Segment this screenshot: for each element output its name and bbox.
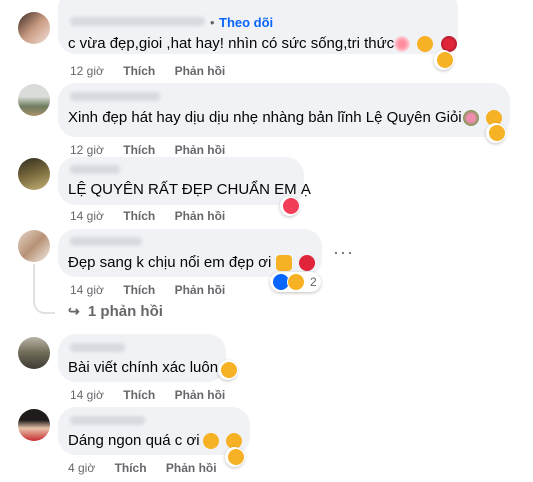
love-icon	[282, 197, 300, 215]
reaction-badge[interactable]	[434, 50, 454, 70]
comment-text: Xinh đẹp hát hay dịu dịu nhẹ nhàng bản l…	[68, 109, 462, 126]
comment-text: c vừa đẹp,gioi ,hat hay! nhìn có sức sốn…	[68, 35, 395, 52]
timestamp[interactable]: 14 giờ	[70, 282, 104, 298]
reply-button[interactable]: Phản hồi	[166, 460, 217, 476]
reaction-badge[interactable]	[280, 196, 300, 216]
reaction-badge[interactable]	[218, 360, 238, 380]
replies-count-label: 1 phản hồi	[87, 303, 163, 320]
timestamp[interactable]: 14 giờ	[70, 387, 104, 403]
commenter-name[interactable]	[70, 237, 142, 246]
care-icon	[287, 273, 305, 291]
comment-text: LỆ QUYÊN RẤT ĐẸP CHUẨN EM Ạ	[68, 181, 311, 198]
flower-emoji	[394, 36, 410, 52]
comment-meta: 4 giờ Thích Phản hồi	[68, 460, 233, 476]
comment-meta: 14 giờ Thích Phản hồi	[70, 282, 241, 298]
heart-emoji	[299, 255, 316, 271]
timestamp[interactable]: 12 giờ	[70, 142, 104, 158]
avatar[interactable]	[18, 158, 50, 190]
reply-arrow-icon: ↪	[68, 303, 80, 319]
timestamp[interactable]: 4 giờ	[68, 460, 95, 476]
care-icon	[220, 361, 238, 379]
reply-button[interactable]: Phản hồi	[175, 63, 226, 79]
reaction-badge[interactable]: 2	[270, 272, 321, 292]
more-options-icon[interactable]: ···	[333, 242, 354, 263]
reply-button[interactable]: Phản hồi	[175, 282, 226, 298]
commenter-name[interactable]	[70, 17, 205, 26]
comment-meta: 14 giờ Thích Phản hồi	[70, 208, 241, 224]
reaction-count: 2	[310, 275, 317, 289]
bouquet-emoji	[463, 110, 479, 126]
thumbs-up-emoji	[276, 255, 292, 271]
like-button[interactable]: Thích	[123, 63, 155, 79]
reply-button[interactable]: Phản hồi	[175, 208, 226, 224]
avatar[interactable]	[18, 84, 50, 116]
avatar[interactable]	[18, 409, 50, 441]
like-button[interactable]: Thích	[123, 208, 155, 224]
follow-label: Theo dõi	[219, 15, 274, 30]
commenter-name[interactable]	[70, 92, 160, 101]
commenter-name[interactable]	[70, 343, 125, 352]
like-button[interactable]: Thích	[123, 387, 155, 403]
like-button[interactable]: Thích	[123, 142, 155, 158]
timestamp[interactable]: 12 giờ	[70, 63, 104, 79]
reply-button[interactable]: Phản hồi	[175, 142, 226, 158]
avatar[interactable]	[18, 230, 50, 262]
comment-text: Dáng ngon quá c ơi	[68, 432, 200, 449]
comment-meta: 12 giờ Thích Phản hồi	[70, 63, 241, 79]
reply-button[interactable]: Phản hồi	[175, 387, 226, 403]
view-replies-link[interactable]: ↪ 1 phản hồi	[68, 303, 163, 320]
comment-text: Bài viết chính xác luôn	[68, 359, 219, 376]
like-button[interactable]: Thích	[115, 460, 147, 476]
follow-link[interactable]: • Theo dõi	[210, 14, 273, 32]
care-icon	[488, 124, 506, 142]
smiling-hearts-emoji	[203, 433, 219, 449]
commenter-name[interactable]	[70, 416, 145, 425]
comment-text: Đẹp sang k chịu nổi em đẹp ơi	[68, 254, 272, 271]
thread-line	[33, 264, 55, 314]
commenter-name[interactable]	[70, 165, 120, 174]
avatar[interactable]	[18, 12, 50, 44]
timestamp[interactable]: 14 giờ	[70, 208, 104, 224]
smiling-face-icon	[417, 36, 434, 52]
care-icon	[436, 51, 454, 69]
comment-meta: 12 giờ Thích Phản hồi	[70, 142, 241, 158]
like-button[interactable]: Thích	[123, 282, 155, 298]
avatar[interactable]	[18, 337, 50, 369]
comment-meta: 14 giờ Thích Phản hồi	[70, 387, 241, 403]
reaction-badge[interactable]	[486, 123, 506, 143]
